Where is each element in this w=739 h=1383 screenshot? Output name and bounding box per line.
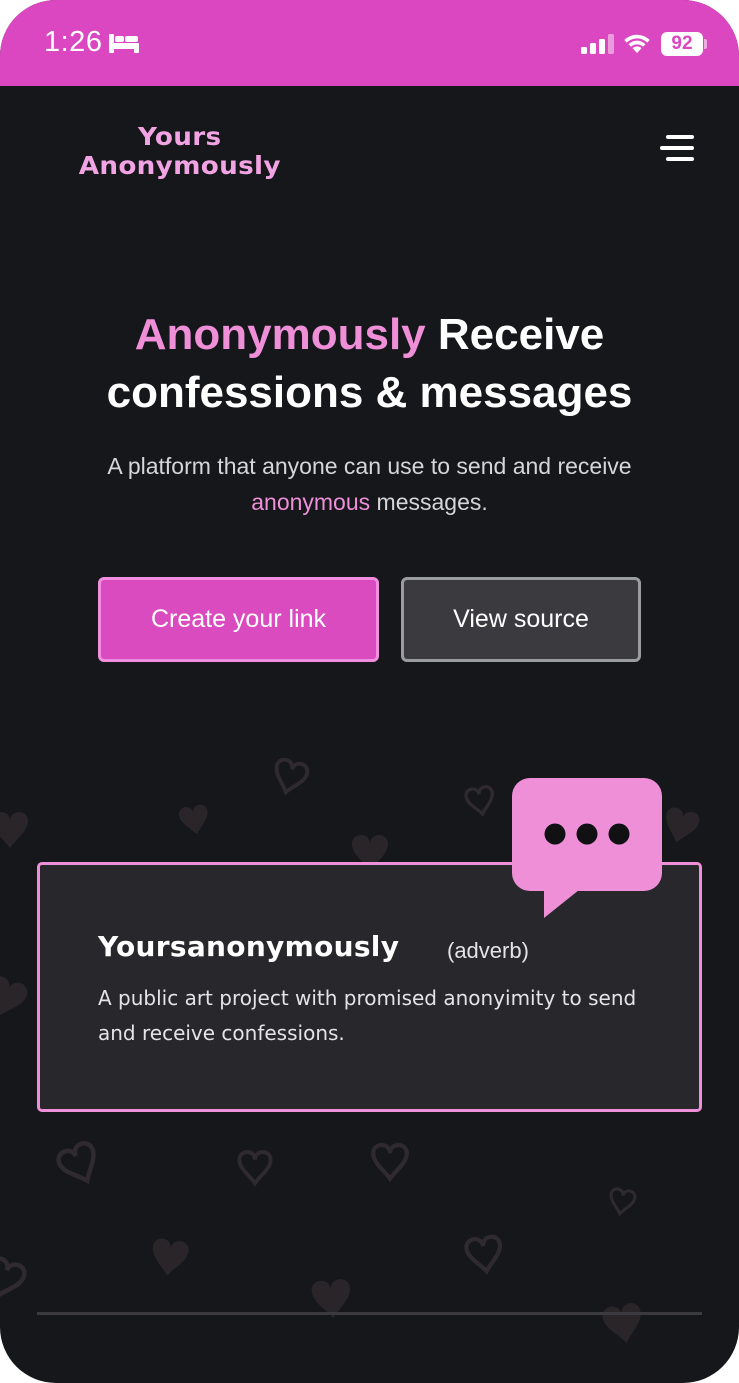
hero-subtitle-part2: messages.	[376, 489, 488, 515]
heart-icon	[660, 805, 702, 847]
heart-icon	[149, 1237, 190, 1279]
heart-icon	[0, 973, 31, 1023]
wifi-icon	[624, 34, 650, 53]
view-source-button[interactable]: View source	[401, 577, 641, 662]
heart-outline-icon	[56, 1140, 104, 1188]
logo-line-2: Anonymously	[78, 151, 281, 180]
heart-outline-icon	[0, 1256, 27, 1302]
definition-text: A public art project with promised anony…	[98, 986, 637, 1045]
heart-icon	[0, 812, 28, 848]
heart-outline-icon	[463, 784, 498, 818]
hero-title-part2: confessions & messages	[106, 368, 633, 417]
site-logo[interactable]: Yours Anonymously	[38, 122, 322, 180]
heart-outline-icon	[465, 1236, 503, 1274]
battery-indicator: 92	[661, 32, 703, 56]
hero-title-accent: Anonymously	[134, 310, 426, 359]
heart-outline-icon	[373, 1145, 407, 1179]
heart-outline-icon	[268, 756, 312, 799]
app-screen: 1:26 92 Yours Anonymously Anonymously Re…	[0, 0, 739, 1383]
cellular-signal-icon	[581, 34, 614, 54]
hamburger-menu-icon[interactable]	[660, 132, 700, 166]
status-time: 1:26	[44, 26, 103, 58]
heart-outline-icon	[237, 1150, 273, 1186]
hero-title: Anonymously Receive confessions & messag…	[40, 306, 699, 422]
heart-icon	[601, 1301, 646, 1347]
battery-tip	[704, 39, 707, 49]
heart-outline-icon	[606, 1186, 638, 1218]
chat-bubble-icon	[512, 778, 662, 918]
create-link-button[interactable]: Create your link	[98, 577, 379, 662]
hero-title-part1: Receive	[437, 310, 605, 359]
logo-line-1: Yours	[138, 122, 222, 151]
sleep-bed-icon	[109, 34, 139, 53]
definition-word: Yoursanonymously	[98, 930, 400, 963]
heart-icon	[177, 803, 212, 837]
definition-part-of-speech: (adverb)	[447, 938, 529, 963]
status-bar: 1:26 92	[0, 0, 739, 86]
hero-subtitle-accent: anonymous	[251, 489, 371, 515]
hero-subtitle: A platform that anyone can use to send a…	[40, 448, 699, 520]
hero-subtitle-part1: A platform that anyone can use to send a…	[107, 453, 632, 479]
footer-divider	[37, 1312, 702, 1315]
